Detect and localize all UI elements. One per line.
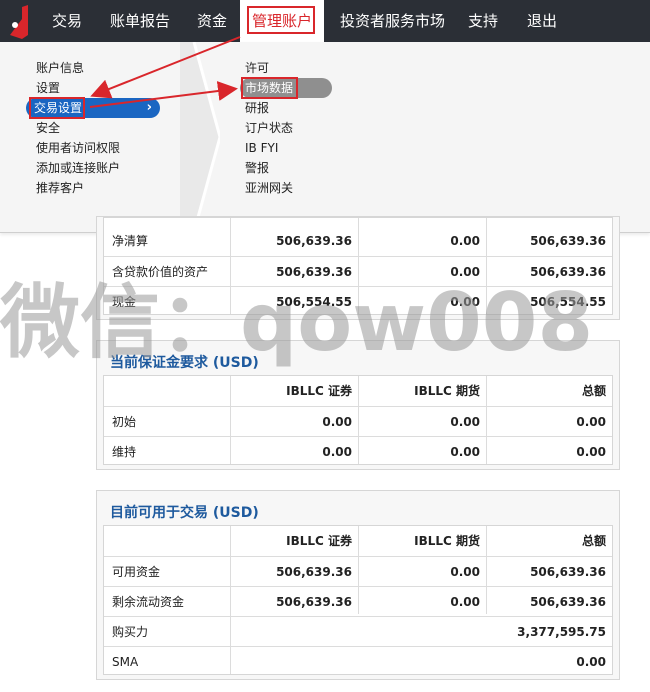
row-label: 剩余流动资金 [112, 595, 185, 609]
menu-subscription-status[interactable]: 订户状态 [245, 119, 293, 137]
menu-account-info[interactable]: 账户信息 [36, 59, 84, 77]
table-row: 含贷款价值的资产 506,639.36 0.00 506,639.36 [104, 256, 612, 286]
nav-logout[interactable]: 退出 [527, 0, 557, 42]
cell-total: 0.00 [576, 655, 606, 669]
row-label: 现金 [112, 295, 137, 309]
cell-securities: 506,639.36 [276, 565, 352, 579]
nav-trade[interactable]: 交易 [52, 0, 82, 42]
cell-futures: 0.00 [450, 265, 480, 279]
chevron-right-icon: › [146, 100, 152, 115]
menu-user-access[interactable]: 使用者访问权限 [36, 139, 120, 157]
table-row: 购买力 3,377,595.75 [104, 616, 612, 646]
nav-funding[interactable]: 资金 [197, 0, 227, 42]
menu-settings[interactable]: 设置 [36, 79, 60, 97]
nav-support[interactable]: 支持 [468, 0, 498, 42]
menu-add-link-account[interactable]: 添加或连接账户 [36, 159, 120, 177]
table-header-row: IBLLC 证券 IBLLC 期货 总额 [104, 526, 612, 556]
margin-table: IBLLC 证券 IBLLC 期货 总额 初始 0.00 0.00 0.00 维… [103, 375, 613, 465]
panel-title: 目前可用于交易 (USD) [110, 505, 259, 521]
balances-table: 净清算 506,639.36 0.00 506,639.36 含贷款价值的资产 … [103, 217, 613, 315]
menu-market-data[interactable]: 市场数据 [240, 77, 332, 99]
cell-securities: 506,639.36 [276, 265, 352, 279]
cell-futures: 0.00 [450, 234, 480, 248]
cell-total: 506,554.55 [530, 295, 606, 309]
cell-securities: 506,639.36 [276, 595, 352, 609]
header-futures: IBLLC 期货 [414, 534, 480, 548]
menu-alerts[interactable]: 警报 [245, 159, 269, 177]
cell-total: 506,639.36 [530, 234, 606, 248]
cell-total: 506,639.36 [530, 565, 606, 579]
cell-futures: 0.00 [450, 415, 480, 429]
cell-futures: 0.00 [450, 595, 480, 609]
table-row: 维持 0.00 0.00 0.00 [104, 436, 612, 466]
available-for-trading-panel: 目前可用于交易 (USD) IBLLC 证券 IBLLC 期货 总额 可用资金 … [96, 490, 620, 680]
menu-trade-settings[interactable]: 交易设置 › [26, 97, 160, 119]
nav-manage-account-label: 管理账户 [251, 12, 312, 30]
table-row: 可用资金 506,639.36 0.00 506,639.36 [104, 556, 612, 586]
menu-separator [180, 42, 220, 232]
available-table: IBLLC 证券 IBLLC 期货 总额 可用资金 506,639.36 0.0… [103, 525, 613, 675]
cell-futures: 0.00 [450, 445, 480, 459]
top-nav-bar: 交易 账单报告 资金 管理账户 投资者服务市场 支持 退出 [0, 0, 650, 42]
menu-security[interactable]: 安全 [36, 119, 60, 137]
table-header-row: IBLLC 证券 IBLLC 期货 总额 [104, 376, 612, 406]
header-futures: IBLLC 期货 [414, 384, 480, 398]
row-label: 含贷款价值的资产 [112, 265, 209, 279]
cell-total: 506,639.36 [530, 595, 606, 609]
margin-requirements-panel: 当前保证金要求 (USD) IBLLC 证券 IBLLC 期货 总额 初始 0.… [96, 340, 620, 470]
cell-total: 3,377,595.75 [517, 625, 606, 639]
nav-manage-account[interactable]: 管理账户 [240, 0, 324, 42]
table-row: 初始 0.00 0.00 0.00 [104, 406, 612, 436]
cell-total: 506,639.36 [530, 265, 606, 279]
row-label: 初始 [112, 415, 137, 429]
menu-refer-client[interactable]: 推荐客户 [36, 179, 84, 197]
nav-reports[interactable]: 账单报告 [110, 0, 170, 42]
row-label: 净清算 [112, 234, 149, 248]
cell-total: 0.00 [576, 445, 606, 459]
row-label: 可用资金 [112, 565, 161, 579]
ib-logo-icon[interactable] [8, 5, 34, 39]
highlight-box [241, 77, 298, 99]
balances-panel: 净清算 506,639.36 0.00 506,639.36 含贷款价值的资产 … [96, 216, 620, 320]
cell-futures: 0.00 [450, 295, 480, 309]
cell-securities: 506,639.36 [276, 234, 352, 248]
header-total: 总额 [581, 534, 606, 548]
menu-asia-gateway[interactable]: 亚洲网关 [245, 179, 293, 197]
highlight-box [29, 97, 85, 119]
manage-account-dropdown: 账户信息 设置 交易设置 › 安全 使用者访问权限 添加或连接账户 推荐客户 许… [0, 42, 650, 233]
nav-investor-marketplace[interactable]: 投资者服务市场 [340, 0, 445, 42]
menu-ib-fyi[interactable]: IB FYI [245, 139, 278, 157]
row-label: 购买力 [112, 625, 149, 639]
cell-futures: 0.00 [450, 565, 480, 579]
row-label: SMA [112, 655, 139, 669]
table-row: 净清算 506,639.36 0.00 506,639.36 [104, 226, 612, 256]
cell-securities: 0.00 [322, 415, 352, 429]
row-label: 维持 [112, 445, 137, 459]
cell-total: 0.00 [576, 415, 606, 429]
table-row: SMA 0.00 [104, 646, 612, 676]
menu-research[interactable]: 研报 [245, 99, 269, 117]
cell-securities: 506,554.55 [276, 295, 352, 309]
table-row: 剩余流动资金 506,639.36 0.00 506,639.36 [104, 586, 612, 616]
header-total: 总额 [581, 384, 606, 398]
panel-title: 当前保证金要求 (USD) [110, 355, 259, 371]
cell-securities: 0.00 [322, 445, 352, 459]
menu-permissions[interactable]: 许可 [245, 59, 269, 77]
header-securities: IBLLC 证券 [286, 384, 352, 398]
header-securities: IBLLC 证券 [286, 534, 352, 548]
table-row: 现金 506,554.55 0.00 506,554.55 [104, 286, 612, 316]
